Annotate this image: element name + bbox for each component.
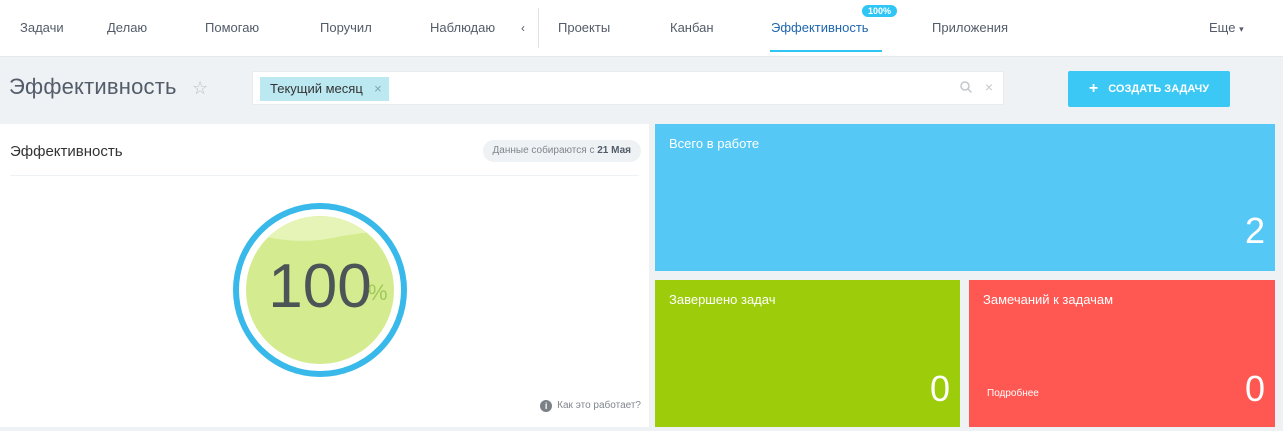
how-it-works-link[interactable]: i Как это работает? xyxy=(540,400,641,412)
efficiency-badge: 100% xyxy=(862,5,898,17)
tab-kanban[interactable]: Канбан xyxy=(670,0,714,56)
how-it-works-label: Как это работает? xyxy=(557,400,641,411)
filter-chip-label: Текущий месяц xyxy=(270,81,363,96)
tab-divider xyxy=(538,8,539,48)
more-label: Еще xyxy=(1209,20,1236,35)
details-link[interactable]: Подробнее xyxy=(987,388,1039,399)
collect-prefix: Данные собираются с xyxy=(492,145,595,156)
top-tab-bar: Задачи Делаю Помогаю Поручил Наблюдаю ‹ … xyxy=(0,0,1283,57)
chip-close-icon[interactable]: × xyxy=(374,77,382,101)
tab-doing[interactable]: Делаю xyxy=(107,0,147,56)
tile-total-label: Всего в работе xyxy=(669,136,760,151)
card-divider xyxy=(10,175,639,176)
star-icon[interactable]: ☆ xyxy=(192,78,208,99)
tile-completed-label: Завершено задач xyxy=(669,292,776,307)
plus-icon: + xyxy=(1088,80,1099,97)
tab-tasks[interactable]: Задачи xyxy=(20,0,64,56)
efficiency-card: Эффективность Данные собираются с 21 Мая… xyxy=(0,124,649,427)
tab-watching[interactable]: Наблюдаю xyxy=(430,0,495,56)
collapse-tabs-icon[interactable]: ‹ xyxy=(521,0,525,56)
tab-projects[interactable]: Проекты xyxy=(558,0,610,56)
tile-completed-value: 0 xyxy=(929,368,950,409)
clear-icon[interactable]: × xyxy=(985,80,993,94)
info-icon: i xyxy=(540,400,553,412)
search-icon[interactable] xyxy=(959,80,973,94)
tile-remarks[interactable]: Замечаний к задачам Подробнее 0 xyxy=(969,280,1275,427)
gauge-unit: % xyxy=(368,280,388,305)
page-title: Эффективность xyxy=(9,74,177,99)
data-collection-badge: Данные собираются с 21 Мая xyxy=(482,140,641,162)
tile-total-in-work[interactable]: Всего в работе 2 xyxy=(655,124,1275,271)
filter-search-bar[interactable]: Текущий месяц × × xyxy=(252,71,1004,105)
more-menu[interactable]: Еще ▾ xyxy=(1209,0,1244,56)
card-title: Эффективность xyxy=(10,143,123,160)
active-tab-underline xyxy=(770,50,882,52)
chevron-down-icon: ▾ xyxy=(1239,24,1244,34)
tab-apps[interactable]: Приложения xyxy=(932,0,1008,56)
create-task-button[interactable]: + СОЗДАТЬ ЗАДАЧУ xyxy=(1068,71,1230,107)
create-task-label: СОЗДАТЬ ЗАДАЧУ xyxy=(1108,83,1210,95)
collect-date: 21 Мая xyxy=(597,145,631,156)
tile-total-value: 2 xyxy=(1244,210,1265,251)
tab-assigned[interactable]: Поручил xyxy=(320,0,372,56)
tab-efficiency[interactable]: Эффективность xyxy=(771,0,869,56)
tile-remarks-label: Замечаний к задачам xyxy=(983,292,1114,307)
efficiency-gauge: 100 % xyxy=(232,202,408,378)
tab-helping[interactable]: Помогаю xyxy=(205,0,259,56)
tile-completed[interactable]: Завершено задач 0 xyxy=(655,280,960,427)
filter-chip[interactable]: Текущий месяц × xyxy=(260,77,389,101)
tile-remarks-value: 0 xyxy=(1244,368,1265,409)
